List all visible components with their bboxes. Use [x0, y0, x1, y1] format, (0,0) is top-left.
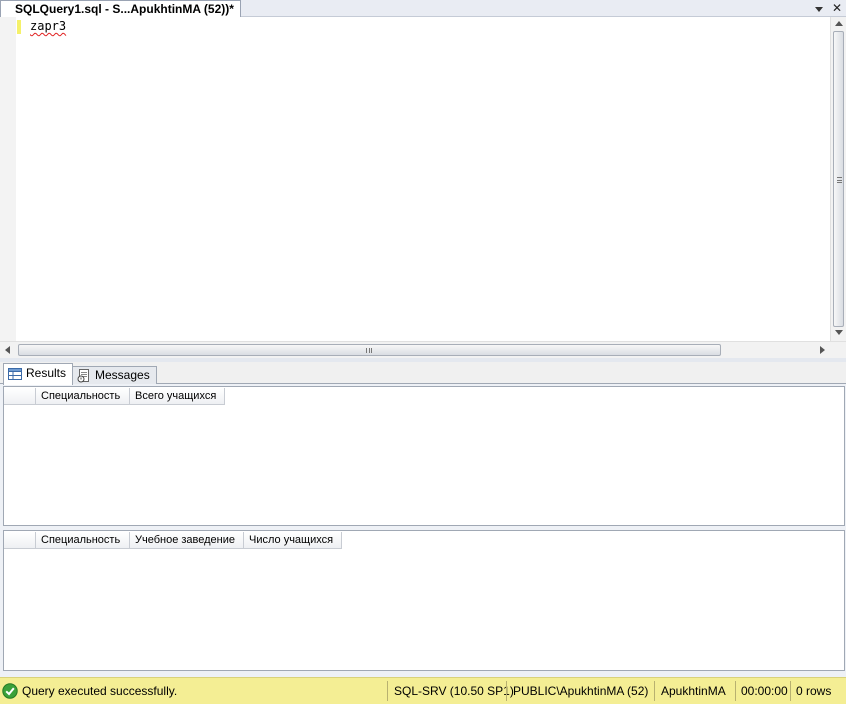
- tab-results-label: Results: [26, 366, 67, 380]
- document-tab[interactable]: SQLQuery1.sql - S...ApukhtinMA (52))*: [0, 0, 241, 17]
- scroll-up-icon[interactable]: [835, 21, 843, 26]
- column-header[interactable]: Число учащихся: [244, 532, 342, 549]
- scroll-down-icon[interactable]: [835, 330, 843, 335]
- query-editor[interactable]: zapr3: [0, 17, 846, 358]
- column-header[interactable]: Всего учащихся: [130, 388, 225, 405]
- result-grid-2[interactable]: Специальность Учебное заведение Число уч…: [3, 530, 845, 671]
- messages-icon: [77, 369, 91, 383]
- status-separator: [790, 681, 791, 701]
- grip-icon: [366, 348, 372, 353]
- horizontal-scroll-thumb[interactable]: [18, 344, 721, 356]
- close-tab-icon[interactable]: ✕: [831, 2, 843, 14]
- grid-header-row: Специальность Учебное заведение Число уч…: [4, 532, 342, 549]
- grid-corner-cell[interactable]: [4, 532, 36, 549]
- document-tab-strip: SQLQuery1.sql - S...ApukhtinMA (52))* ✕: [0, 0, 846, 17]
- vertical-scroll-thumb[interactable]: [833, 31, 844, 327]
- success-check-icon: [2, 683, 18, 699]
- status-separator: [387, 681, 388, 701]
- result-grid-1[interactable]: Специальность Всего учащихся: [3, 386, 845, 526]
- status-message: Query executed successfully.: [22, 684, 178, 698]
- scroll-right-icon[interactable]: [820, 346, 825, 354]
- status-separator: [654, 681, 655, 701]
- tab-list-dropdown-icon[interactable]: [813, 2, 825, 14]
- code-line[interactable]: zapr3: [30, 19, 66, 34]
- status-login: PUBLIC\ApukhtinMA (52): [513, 684, 649, 698]
- status-bar: Query executed successfully. SQL-SRV (10…: [0, 677, 846, 704]
- status-database: ApukhtinMA: [661, 684, 726, 698]
- status-server: SQL-SRV (10.50 SP1): [394, 684, 514, 698]
- tab-results[interactable]: Results: [3, 363, 74, 385]
- status-row-count: 0 rows: [796, 684, 832, 698]
- grip-icon: [837, 177, 842, 183]
- tab-messages[interactable]: Messages: [72, 366, 157, 384]
- editor-vertical-scrollbar[interactable]: [830, 17, 846, 341]
- results-tab-strip: Results Messages: [0, 362, 846, 385]
- grid-header-row: Специальность Всего учащихся: [4, 388, 225, 405]
- status-elapsed-time: 00:00:00: [741, 684, 788, 698]
- code-text: zapr3: [30, 19, 67, 33]
- query-window: SQLQuery1.sql - S...ApukhtinMA (52))* ✕ …: [0, 0, 846, 704]
- status-separator: [506, 681, 507, 701]
- grid-icon: [8, 367, 22, 380]
- tab-messages-label: Messages: [95, 368, 150, 382]
- scroll-left-icon[interactable]: [5, 346, 10, 354]
- changed-line-marker: [17, 20, 21, 34]
- column-header[interactable]: Учебное заведение: [130, 532, 244, 549]
- editor-horizontal-scrollbar[interactable]: [0, 341, 846, 358]
- grid-corner-cell[interactable]: [4, 388, 36, 405]
- column-header[interactable]: Специальность: [36, 532, 130, 549]
- column-header[interactable]: Специальность: [36, 388, 130, 405]
- status-separator: [735, 681, 736, 701]
- editor-gutter: [0, 17, 16, 341]
